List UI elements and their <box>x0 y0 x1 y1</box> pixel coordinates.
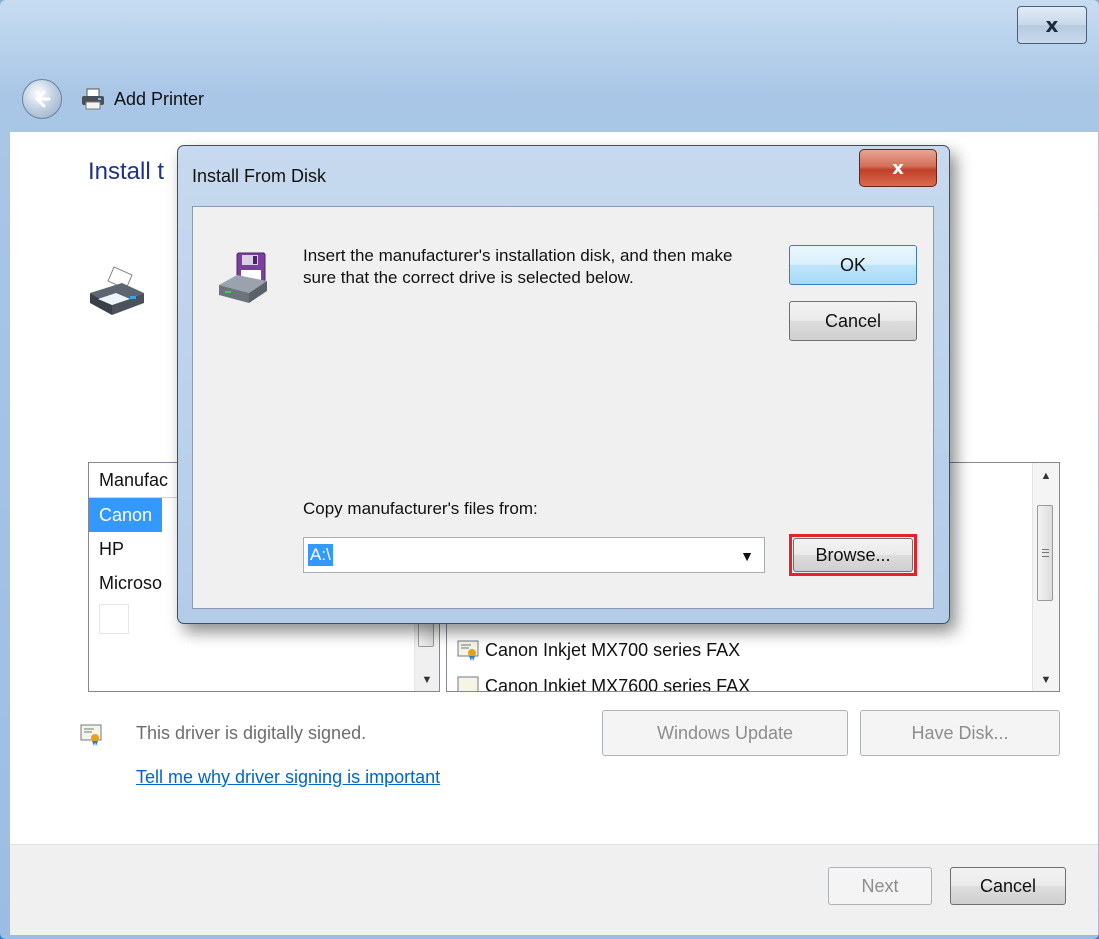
page-heading: Install t <box>88 158 165 185</box>
driver-scrollbar[interactable]: ▲ ▼ <box>1032 463 1059 691</box>
list-item[interactable]: Canon <box>89 498 163 532</box>
dropdown-arrow-icon[interactable]: ▼ <box>740 548 754 564</box>
copy-from-label: Copy manufacturer's files from: <box>303 499 538 518</box>
wizard-footer: Next Cancel <box>10 844 1098 935</box>
certificate-icon <box>457 676 479 691</box>
driver-name: Canon Inkjet MX700 series FAX <box>485 639 741 660</box>
grip-icon <box>1042 549 1049 557</box>
list-item-placeholder <box>99 604 129 634</box>
list-item[interactable]: Canon Inkjet MX700 series FAX <box>457 639 740 661</box>
signature-status: This driver is digitally signed. <box>136 723 367 743</box>
dialog-title: Install From Disk <box>192 166 327 186</box>
window-title: Add Printer <box>114 88 205 109</box>
dialog-body: Insert the manufacturer's installation d… <box>192 206 934 609</box>
title-bar: Add Printer <box>22 76 204 122</box>
source-path-combobox[interactable]: A:\ ▼ <box>303 537 765 573</box>
windows-update-button[interactable]: Windows Update <box>602 710 848 756</box>
browse-highlight <box>789 534 917 576</box>
certificate-icon <box>457 640 479 661</box>
scroll-up-icon[interactable]: ▲ <box>1033 465 1059 487</box>
source-path-value[interactable]: A:\ <box>308 544 333 566</box>
certificate-icon <box>80 724 102 746</box>
window-close-button[interactable]: x <box>1017 6 1087 44</box>
scroll-thumb[interactable] <box>1037 505 1053 601</box>
next-button[interactable]: Next <box>828 867 932 905</box>
driver-signing-link[interactable]: Tell me why driver signing is important <box>136 767 440 788</box>
dialog-close-button[interactable]: x <box>859 149 937 187</box>
list-item[interactable]: Canon Inkjet MX7600 series FAX <box>457 675 751 692</box>
floppy-disk-icon <box>219 252 267 303</box>
ok-button[interactable]: OK <box>789 245 917 285</box>
cancel-button[interactable]: Cancel <box>950 867 1066 905</box>
printer-icon <box>90 266 144 315</box>
instruction-text: Insert the manufacturer's installation d… <box>303 246 733 287</box>
have-disk-button[interactable]: Have Disk... <box>860 710 1060 756</box>
scroll-down-icon[interactable]: ▼ <box>415 669 439 691</box>
printer-icon <box>82 88 104 110</box>
dialog-cancel-button[interactable]: Cancel <box>789 301 917 341</box>
install-from-disk-dialog: Install From Disk x Insert the manufactu… <box>177 145 950 624</box>
driver-name: Canon Inkjet MX7600 series FAX <box>485 675 751 692</box>
scroll-down-icon[interactable]: ▼ <box>1033 669 1059 691</box>
back-arrow-icon[interactable] <box>22 79 62 119</box>
